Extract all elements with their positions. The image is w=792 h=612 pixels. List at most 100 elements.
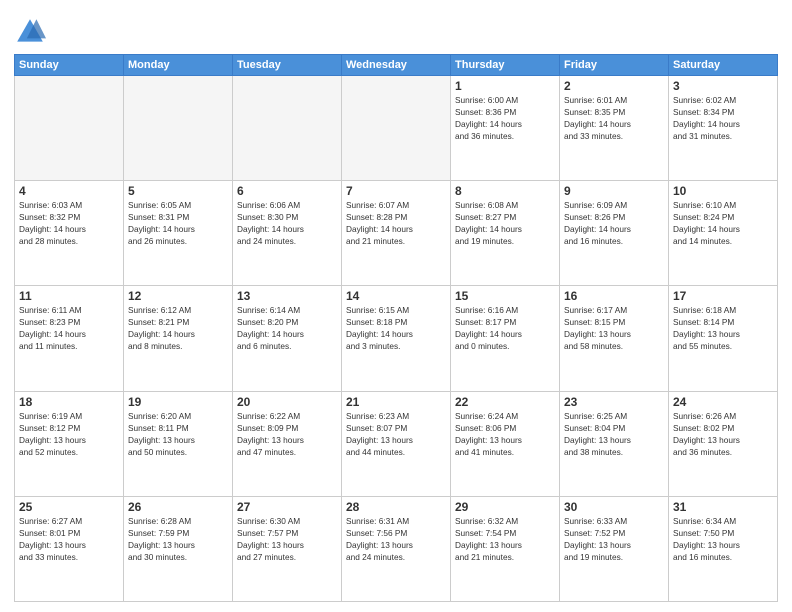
header — [14, 10, 778, 48]
week-row-5: 25Sunrise: 6:27 AM Sunset: 8:01 PM Dayli… — [15, 496, 778, 601]
calendar-cell: 1Sunrise: 6:00 AM Sunset: 8:36 PM Daylig… — [451, 76, 560, 181]
day-number: 15 — [455, 289, 555, 303]
day-number: 27 — [237, 500, 337, 514]
calendar-cell: 17Sunrise: 6:18 AM Sunset: 8:14 PM Dayli… — [669, 286, 778, 391]
day-info: Sunrise: 6:19 AM Sunset: 8:12 PM Dayligh… — [19, 410, 119, 458]
day-info: Sunrise: 6:12 AM Sunset: 8:21 PM Dayligh… — [128, 304, 228, 352]
day-info: Sunrise: 6:16 AM Sunset: 8:17 PM Dayligh… — [455, 304, 555, 352]
day-info: Sunrise: 6:22 AM Sunset: 8:09 PM Dayligh… — [237, 410, 337, 458]
day-number: 11 — [19, 289, 119, 303]
day-number: 19 — [128, 395, 228, 409]
day-info: Sunrise: 6:31 AM Sunset: 7:56 PM Dayligh… — [346, 515, 446, 563]
calendar-cell: 14Sunrise: 6:15 AM Sunset: 8:18 PM Dayli… — [342, 286, 451, 391]
calendar-cell: 3Sunrise: 6:02 AM Sunset: 8:34 PM Daylig… — [669, 76, 778, 181]
day-number: 14 — [346, 289, 446, 303]
calendar-cell: 30Sunrise: 6:33 AM Sunset: 7:52 PM Dayli… — [560, 496, 669, 601]
day-number: 16 — [564, 289, 664, 303]
calendar-cell: 24Sunrise: 6:26 AM Sunset: 8:02 PM Dayli… — [669, 391, 778, 496]
day-number: 2 — [564, 79, 664, 93]
calendar-cell: 10Sunrise: 6:10 AM Sunset: 8:24 PM Dayli… — [669, 181, 778, 286]
calendar-cell: 2Sunrise: 6:01 AM Sunset: 8:35 PM Daylig… — [560, 76, 669, 181]
calendar-cell: 19Sunrise: 6:20 AM Sunset: 8:11 PM Dayli… — [124, 391, 233, 496]
weekday-header-thursday: Thursday — [451, 55, 560, 76]
calendar-cell: 28Sunrise: 6:31 AM Sunset: 7:56 PM Dayli… — [342, 496, 451, 601]
week-row-3: 11Sunrise: 6:11 AM Sunset: 8:23 PM Dayli… — [15, 286, 778, 391]
day-info: Sunrise: 6:18 AM Sunset: 8:14 PM Dayligh… — [673, 304, 773, 352]
day-number: 5 — [128, 184, 228, 198]
day-info: Sunrise: 6:27 AM Sunset: 8:01 PM Dayligh… — [19, 515, 119, 563]
week-row-4: 18Sunrise: 6:19 AM Sunset: 8:12 PM Dayli… — [15, 391, 778, 496]
calendar-cell: 12Sunrise: 6:12 AM Sunset: 8:21 PM Dayli… — [124, 286, 233, 391]
week-row-2: 4Sunrise: 6:03 AM Sunset: 8:32 PM Daylig… — [15, 181, 778, 286]
day-number: 25 — [19, 500, 119, 514]
day-info: Sunrise: 6:01 AM Sunset: 8:35 PM Dayligh… — [564, 94, 664, 142]
weekday-header-friday: Friday — [560, 55, 669, 76]
calendar-cell: 13Sunrise: 6:14 AM Sunset: 8:20 PM Dayli… — [233, 286, 342, 391]
day-number: 7 — [346, 184, 446, 198]
day-info: Sunrise: 6:34 AM Sunset: 7:50 PM Dayligh… — [673, 515, 773, 563]
day-info: Sunrise: 6:00 AM Sunset: 8:36 PM Dayligh… — [455, 94, 555, 142]
calendar-cell: 7Sunrise: 6:07 AM Sunset: 8:28 PM Daylig… — [342, 181, 451, 286]
day-number: 13 — [237, 289, 337, 303]
day-number: 18 — [19, 395, 119, 409]
day-info: Sunrise: 6:32 AM Sunset: 7:54 PM Dayligh… — [455, 515, 555, 563]
calendar-cell — [15, 76, 124, 181]
calendar-cell: 4Sunrise: 6:03 AM Sunset: 8:32 PM Daylig… — [15, 181, 124, 286]
day-info: Sunrise: 6:33 AM Sunset: 7:52 PM Dayligh… — [564, 515, 664, 563]
logo — [14, 16, 48, 48]
day-number: 8 — [455, 184, 555, 198]
day-info: Sunrise: 6:28 AM Sunset: 7:59 PM Dayligh… — [128, 515, 228, 563]
day-number: 17 — [673, 289, 773, 303]
day-number: 30 — [564, 500, 664, 514]
logo-icon — [14, 16, 46, 48]
day-number: 1 — [455, 79, 555, 93]
day-number: 12 — [128, 289, 228, 303]
calendar-cell: 27Sunrise: 6:30 AM Sunset: 7:57 PM Dayli… — [233, 496, 342, 601]
day-number: 6 — [237, 184, 337, 198]
day-info: Sunrise: 6:14 AM Sunset: 8:20 PM Dayligh… — [237, 304, 337, 352]
day-number: 23 — [564, 395, 664, 409]
calendar-cell: 9Sunrise: 6:09 AM Sunset: 8:26 PM Daylig… — [560, 181, 669, 286]
calendar-cell: 11Sunrise: 6:11 AM Sunset: 8:23 PM Dayli… — [15, 286, 124, 391]
day-info: Sunrise: 6:08 AM Sunset: 8:27 PM Dayligh… — [455, 199, 555, 247]
page: SundayMondayTuesdayWednesdayThursdayFrid… — [0, 0, 792, 612]
day-number: 29 — [455, 500, 555, 514]
day-number: 4 — [19, 184, 119, 198]
day-number: 10 — [673, 184, 773, 198]
day-info: Sunrise: 6:26 AM Sunset: 8:02 PM Dayligh… — [673, 410, 773, 458]
day-info: Sunrise: 6:25 AM Sunset: 8:04 PM Dayligh… — [564, 410, 664, 458]
weekday-header-row: SundayMondayTuesdayWednesdayThursdayFrid… — [15, 55, 778, 76]
calendar-cell: 6Sunrise: 6:06 AM Sunset: 8:30 PM Daylig… — [233, 181, 342, 286]
day-number: 24 — [673, 395, 773, 409]
day-info: Sunrise: 6:20 AM Sunset: 8:11 PM Dayligh… — [128, 410, 228, 458]
day-info: Sunrise: 6:05 AM Sunset: 8:31 PM Dayligh… — [128, 199, 228, 247]
calendar-cell: 20Sunrise: 6:22 AM Sunset: 8:09 PM Dayli… — [233, 391, 342, 496]
calendar-cell: 31Sunrise: 6:34 AM Sunset: 7:50 PM Dayli… — [669, 496, 778, 601]
calendar-cell: 8Sunrise: 6:08 AM Sunset: 8:27 PM Daylig… — [451, 181, 560, 286]
calendar-cell: 18Sunrise: 6:19 AM Sunset: 8:12 PM Dayli… — [15, 391, 124, 496]
calendar-cell: 25Sunrise: 6:27 AM Sunset: 8:01 PM Dayli… — [15, 496, 124, 601]
day-number: 26 — [128, 500, 228, 514]
weekday-header-saturday: Saturday — [669, 55, 778, 76]
day-number: 9 — [564, 184, 664, 198]
day-info: Sunrise: 6:11 AM Sunset: 8:23 PM Dayligh… — [19, 304, 119, 352]
day-info: Sunrise: 6:06 AM Sunset: 8:30 PM Dayligh… — [237, 199, 337, 247]
calendar-cell: 5Sunrise: 6:05 AM Sunset: 8:31 PM Daylig… — [124, 181, 233, 286]
day-info: Sunrise: 6:03 AM Sunset: 8:32 PM Dayligh… — [19, 199, 119, 247]
day-info: Sunrise: 6:02 AM Sunset: 8:34 PM Dayligh… — [673, 94, 773, 142]
day-number: 20 — [237, 395, 337, 409]
day-info: Sunrise: 6:10 AM Sunset: 8:24 PM Dayligh… — [673, 199, 773, 247]
weekday-header-monday: Monday — [124, 55, 233, 76]
weekday-header-sunday: Sunday — [15, 55, 124, 76]
day-number: 31 — [673, 500, 773, 514]
calendar-cell: 21Sunrise: 6:23 AM Sunset: 8:07 PM Dayli… — [342, 391, 451, 496]
day-info: Sunrise: 6:15 AM Sunset: 8:18 PM Dayligh… — [346, 304, 446, 352]
calendar-cell: 22Sunrise: 6:24 AM Sunset: 8:06 PM Dayli… — [451, 391, 560, 496]
calendar-cell: 16Sunrise: 6:17 AM Sunset: 8:15 PM Dayli… — [560, 286, 669, 391]
day-number: 21 — [346, 395, 446, 409]
calendar-table: SundayMondayTuesdayWednesdayThursdayFrid… — [14, 54, 778, 602]
calendar-cell — [342, 76, 451, 181]
day-info: Sunrise: 6:17 AM Sunset: 8:15 PM Dayligh… — [564, 304, 664, 352]
day-info: Sunrise: 6:07 AM Sunset: 8:28 PM Dayligh… — [346, 199, 446, 247]
calendar-cell — [233, 76, 342, 181]
